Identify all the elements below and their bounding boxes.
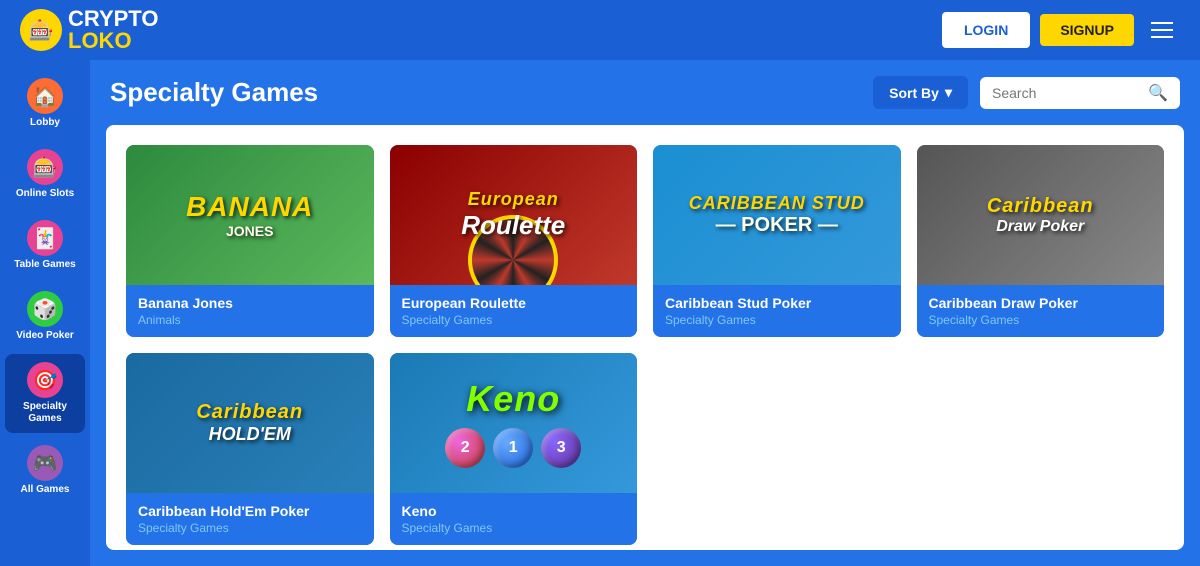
main-layout: 🏠 Lobby 🎰 Online Slots 🃏 Table Games 🎲 V… (0, 60, 1200, 566)
game-info-banana-jones: Banana Jones Animals (126, 285, 374, 337)
sidebar-label-all-games: All Games (21, 484, 70, 496)
game-name-keno: Keno (402, 503, 626, 519)
logo[interactable]: 🎰 CRYPTO LOKO (20, 8, 158, 52)
page-title: Specialty Games (110, 77, 318, 108)
caribbean-holdem-subtitle: HOLD'EM (196, 424, 303, 445)
table-games-icon: 🃏 (27, 220, 63, 256)
search-icon: 🔍 (1148, 83, 1168, 103)
specialty-games-icon: 🎯 (27, 362, 63, 398)
game-info-caribbean-holdem: Caribbean Hold'Em Poker Specialty Games (126, 493, 374, 545)
game-art-european-roulette: European Roulette (461, 189, 565, 241)
header: 🎰 CRYPTO LOKO LOGIN SIGNUP (0, 0, 1200, 60)
logo-text: CRYPTO LOKO (68, 8, 158, 52)
game-art-caribbean-holdem: Caribbean HOLD'EM (196, 401, 303, 445)
keno-ball-1: 1 (493, 428, 533, 468)
games-area: BANANA JONES Banana Jones Animals Europe… (106, 125, 1184, 550)
game-art-keno: Keno (466, 378, 560, 420)
game-thumbnail-caribbean-stud: CARIBBEAN STUD — POKER — (653, 145, 901, 285)
game-name-caribbean-holdem: Caribbean Hold'Em Poker (138, 503, 362, 519)
game-info-caribbean-draw: Caribbean Draw Poker Specialty Games (917, 285, 1165, 337)
banana-jones-title: BANANA (186, 191, 313, 223)
keno-title: Keno (466, 378, 560, 420)
game-category-caribbean-holdem: Specialty Games (138, 521, 362, 535)
menu-button[interactable] (1144, 12, 1180, 48)
game-thumbnail-caribbean-holdem: Caribbean HOLD'EM (126, 353, 374, 493)
game-info-caribbean-stud: Caribbean Stud Poker Specialty Games (653, 285, 901, 337)
content-area: Specialty Games Sort By ▾ 🔍 BANAN (90, 60, 1200, 566)
sidebar-label-table-games: Table Games (14, 259, 76, 271)
sort-label: Sort By (889, 85, 939, 101)
games-grid: BANANA JONES Banana Jones Animals Europe… (126, 145, 1164, 545)
login-button[interactable]: LOGIN (942, 12, 1030, 48)
game-category-keno: Specialty Games (402, 521, 626, 535)
sort-button[interactable]: Sort By ▾ (873, 76, 968, 109)
game-category-caribbean-stud: Specialty Games (665, 313, 889, 327)
game-art-caribbean-draw: Caribbean Draw Poker (987, 195, 1094, 236)
header-right: LOGIN SIGNUP (942, 12, 1180, 48)
game-name-caribbean-stud: Caribbean Stud Poker (665, 295, 889, 311)
game-name-caribbean-draw: Caribbean Draw Poker (929, 295, 1153, 311)
sidebar-item-table-games[interactable]: 🃏 Table Games (5, 212, 85, 279)
online-slots-icon: 🎰 (27, 149, 63, 185)
header-controls: Sort By ▾ 🔍 (873, 76, 1180, 109)
sidebar-item-video-poker[interactable]: 🎲 Video Poker (5, 283, 85, 350)
hamburger-line-3 (1151, 36, 1173, 38)
sidebar-label-specialty-games: Specialty Games (11, 401, 79, 425)
game-card-caribbean-holdem[interactable]: Caribbean HOLD'EM Caribbean Hold'Em Poke… (126, 353, 374, 545)
game-info-european-roulette: European Roulette Specialty Games (390, 285, 638, 337)
game-category-caribbean-draw: Specialty Games (929, 313, 1153, 327)
hamburger-line-2 (1151, 29, 1173, 31)
caribbean-draw-title: Caribbean (987, 195, 1094, 218)
game-card-caribbean-draw[interactable]: Caribbean Draw Poker Caribbean Draw Poke… (917, 145, 1165, 337)
sort-chevron-icon: ▾ (945, 84, 952, 101)
hamburger-line-1 (1151, 22, 1173, 24)
caribbean-stud-subtitle: — POKER — (689, 214, 865, 237)
sidebar-item-all-games[interactable]: 🎮 All Games (5, 437, 85, 504)
content-header: Specialty Games Sort By ▾ 🔍 (90, 60, 1200, 125)
caribbean-draw-subtitle: Draw Poker (987, 218, 1094, 236)
game-thumbnail-caribbean-draw: Caribbean Draw Poker (917, 145, 1165, 285)
game-card-keno[interactable]: Keno 2 1 3 Keno Specialty Games (390, 353, 638, 545)
game-category-banana-jones: Animals (138, 313, 362, 327)
sidebar: 🏠 Lobby 🎰 Online Slots 🃏 Table Games 🎲 V… (0, 60, 90, 566)
sidebar-item-online-slots[interactable]: 🎰 Online Slots (5, 141, 85, 208)
game-category-european-roulette: Specialty Games (402, 313, 626, 327)
roulette-title-main: European (461, 189, 565, 210)
sidebar-item-specialty-games[interactable]: 🎯 Specialty Games (5, 354, 85, 433)
sidebar-label-online-slots: Online Slots (16, 188, 74, 200)
keno-ball-2: 2 (445, 428, 485, 468)
game-thumbnail-keno: Keno 2 1 3 (390, 353, 638, 493)
game-art-caribbean-stud: CARIBBEAN STUD — POKER — (689, 193, 865, 237)
game-art-banana-jones: BANANA JONES (186, 191, 313, 239)
game-name-banana-jones: Banana Jones (138, 295, 362, 311)
caribbean-holdem-title: Caribbean (196, 401, 303, 424)
caribbean-stud-title: CARIBBEAN STUD (689, 193, 865, 214)
game-card-caribbean-stud[interactable]: CARIBBEAN STUD — POKER — Caribbean Stud … (653, 145, 901, 337)
signup-button[interactable]: SIGNUP (1040, 14, 1134, 46)
keno-balls: 2 1 3 (445, 428, 581, 468)
search-box: 🔍 (980, 77, 1180, 109)
search-input[interactable] (992, 85, 1140, 101)
video-poker-icon: 🎲 (27, 291, 63, 327)
logo-icon: 🎰 (20, 9, 62, 51)
sidebar-label-video-poker: Video Poker (16, 330, 74, 342)
banana-jones-subtitle: JONES (186, 223, 313, 239)
game-name-european-roulette: European Roulette (402, 295, 626, 311)
game-thumbnail-banana-jones: BANANA JONES (126, 145, 374, 285)
keno-ball-3: 3 (541, 428, 581, 468)
sidebar-item-lobby[interactable]: 🏠 Lobby (5, 70, 85, 137)
all-games-icon: 🎮 (27, 445, 63, 481)
roulette-title-sub: Roulette (461, 210, 565, 241)
logo-loko: LOKO (68, 28, 132, 53)
game-card-european-roulette[interactable]: European Roulette European Roulette Spec… (390, 145, 638, 337)
game-thumbnail-european-roulette: European Roulette (390, 145, 638, 285)
sidebar-label-lobby: Lobby (30, 117, 60, 129)
game-card-banana-jones[interactable]: BANANA JONES Banana Jones Animals (126, 145, 374, 337)
game-info-keno: Keno Specialty Games (390, 493, 638, 545)
lobby-icon: 🏠 (27, 78, 63, 114)
